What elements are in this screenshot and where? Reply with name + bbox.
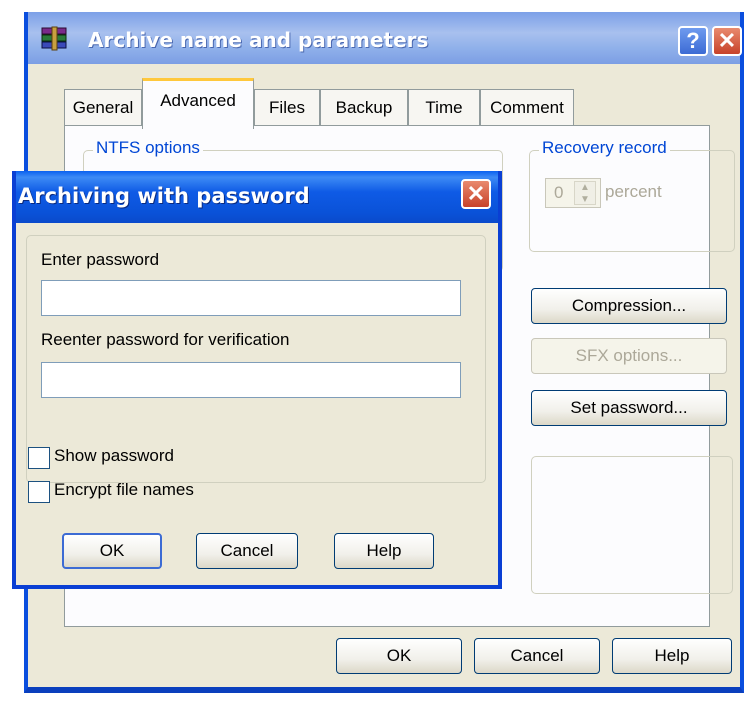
ntfs-options-label: NTFS options: [93, 138, 203, 158]
tab-files[interactable]: Files: [254, 89, 320, 126]
tab-backup[interactable]: Backup: [320, 89, 408, 126]
dialog-help-button[interactable]: Help: [334, 533, 434, 569]
winrar-archive-icon: [41, 26, 67, 51]
recovery-percent-unit: percent: [605, 182, 662, 201]
help-icon[interactable]: ?: [678, 26, 708, 56]
ok-button[interactable]: OK: [336, 638, 462, 674]
tab-general[interactable]: General: [64, 89, 142, 126]
archive-window-titlebar[interactable]: Archive name and parameters ? ✕: [28, 12, 742, 64]
password-dialog-title: Archiving with password: [18, 184, 310, 208]
empty-options-group: [531, 456, 733, 594]
recovery-percent-value: 0: [554, 183, 564, 202]
sfx-options-button[interactable]: SFX options...: [531, 338, 727, 374]
show-password-label[interactable]: Show password: [54, 446, 174, 466]
show-password-checkbox[interactable]: [28, 447, 50, 469]
reenter-password-label: Reenter password for verification: [41, 330, 290, 349]
close-icon[interactable]: ✕: [461, 179, 491, 209]
compression-button[interactable]: Compression...: [531, 288, 727, 324]
help-button[interactable]: Help: [612, 638, 732, 674]
set-password-button[interactable]: Set password...: [531, 390, 727, 426]
recovery-percent-spinner[interactable]: 0 ▲ ▼: [545, 178, 601, 208]
archive-window-title: Archive name and parameters: [88, 28, 429, 52]
tab-advanced[interactable]: Advanced: [142, 78, 254, 129]
encrypt-file-names-label[interactable]: Encrypt file names: [54, 480, 194, 500]
password-dialog-titlebar[interactable]: Archiving with password ✕: [16, 171, 498, 223]
enter-password-label: Enter password: [41, 250, 160, 269]
reenter-password-field[interactable]: [41, 362, 461, 398]
cancel-button[interactable]: Cancel: [474, 638, 600, 674]
dialog-ok-button[interactable]: OK: [62, 533, 162, 569]
tab-time[interactable]: Time: [408, 89, 480, 126]
encrypt-file-names-checkbox[interactable]: [28, 481, 50, 503]
dialog-cancel-button[interactable]: Cancel: [196, 533, 298, 569]
tab-comment[interactable]: Comment: [480, 89, 574, 126]
enter-password-field[interactable]: [41, 280, 461, 316]
recovery-record-label: Recovery record: [539, 138, 670, 158]
close-icon[interactable]: ✕: [712, 26, 742, 56]
password-dialog: Archiving with password ✕ Enter password…: [12, 171, 502, 589]
spinner-arrows-icon[interactable]: ▲ ▼: [574, 181, 596, 205]
